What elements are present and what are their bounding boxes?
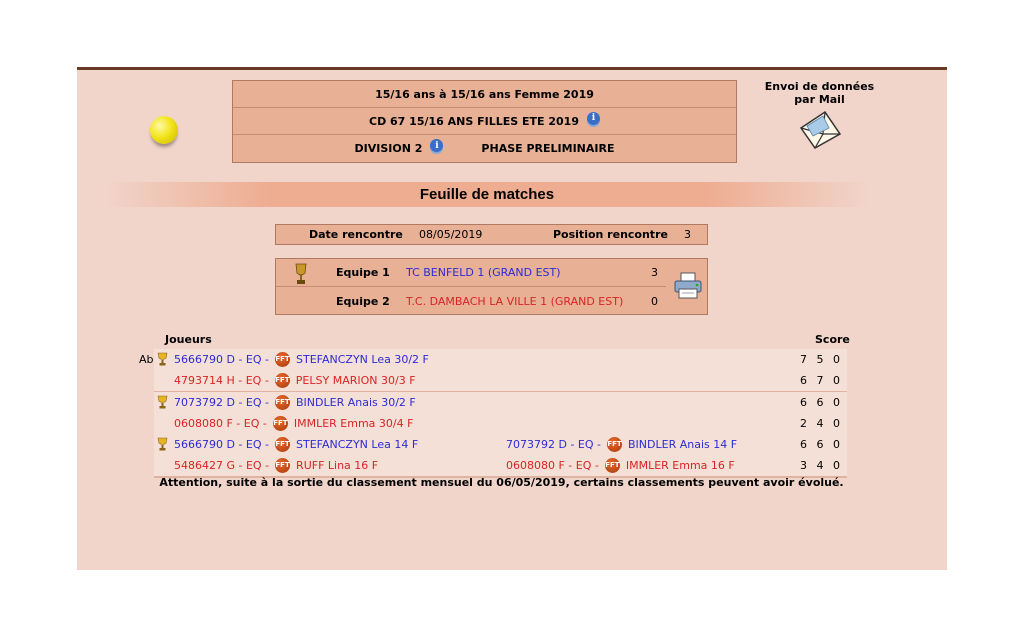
team-label: Equipe 1	[336, 266, 390, 279]
player-entry[interactable]: 7073792 D - EQ - FFT BINDLER Anais 30/2 …	[174, 395, 416, 410]
phase-label: PHASE PRELIMINAIRE	[481, 142, 615, 155]
player-license: 5666790 D - EQ -	[174, 438, 269, 451]
match-line: 4793714 H - EQ - FFT PELSY MARION 30/3 F…	[154, 370, 847, 391]
team-row-2: Equipe 2 T.C. DAMBACH LA VILLE 1 (GRAND …	[276, 287, 666, 315]
header-row-division: DIVISION 2 i PHASE PRELIMINAIRE	[233, 135, 736, 162]
winner-trophy-icon	[157, 395, 168, 409]
ab-label: Ab	[139, 353, 154, 366]
fft-badge-icon: FFT	[275, 437, 290, 452]
tennis-ball-icon	[150, 116, 178, 144]
team-score: 0	[651, 294, 658, 308]
info-icon[interactable]: i	[430, 139, 444, 152]
team-row-1: Equipe 1 TC BENFELD 1 (GRAND EST) 3	[276, 259, 666, 287]
player-entry[interactable]: 5486427 G - EQ - FFT RUFF Lina 16 F	[174, 458, 378, 473]
players-header: Joueurs	[165, 333, 212, 346]
player-name: IMMLER Emma 16 F	[625, 459, 735, 472]
match-score: 3 4 0	[800, 459, 843, 472]
rencontre-info: Date rencontre 08/05/2019 Position renco…	[275, 224, 708, 245]
header-row-competition: CD 67 15/16 ANS FILLES ETE 2019 i	[233, 108, 736, 135]
competition-title: CD 67 15/16 ANS FILLES ETE 2019	[369, 114, 579, 128]
page-container: 15/16 ans à 15/16 ans Femme 2019 CD 67 1…	[77, 67, 947, 570]
header-row-category: 15/16 ans à 15/16 ans Femme 2019	[233, 81, 736, 108]
fft-badge-icon: FFT	[607, 437, 622, 452]
match-block: 7073792 D - EQ - FFT BINDLER Anais 30/2 …	[154, 392, 847, 436]
match-line: 7073792 D - EQ - FFT BINDLER Anais 30/2 …	[154, 392, 847, 413]
match-score: 7 5 0	[800, 353, 843, 366]
player-entry[interactable]: 5666790 D - EQ - FFT STEFANCZYN Lea 30/2…	[174, 352, 429, 367]
player-name: STEFANCZYN Lea 30/2 F	[296, 353, 429, 366]
match-score: 2 4 0	[800, 417, 843, 430]
page-title: Feuille de matches	[102, 182, 872, 207]
match-block: 5666790 D - EQ - FFT STEFANCZYN Lea 14 F…	[154, 434, 847, 478]
partner-entry[interactable]: 7073792 D - EQ - FFT BINDLER Anais 14 F	[506, 437, 737, 452]
envelope-icon[interactable]	[797, 110, 843, 150]
position-label: Position rencontre	[553, 228, 668, 241]
fft-badge-icon: FFT	[272, 416, 288, 431]
team-label: Equipe 2	[336, 294, 390, 308]
player-name: BINDLER Anais 30/2 F	[296, 396, 416, 409]
match-line: 5486427 G - EQ - FFT RUFF Lina 16 F 0608…	[154, 455, 847, 476]
category-title: 15/16 ans à 15/16 ans Femme 2019	[375, 87, 594, 101]
fft-badge-icon: FFT	[275, 395, 290, 410]
player-name: BINDLER Anais 14 F	[628, 438, 738, 451]
player-license: 0608080 F - EQ -	[174, 417, 267, 430]
match-line: 5666790 D - EQ - FFT STEFANCZYN Lea 30/2…	[154, 349, 847, 370]
match-line: 5666790 D - EQ - FFT STEFANCZYN Lea 14 F…	[154, 434, 847, 455]
match-score: 6 6 0	[800, 396, 843, 409]
match-score: 6 7 0	[800, 374, 843, 387]
player-name: IMMLER Emma 30/4 F	[293, 417, 414, 430]
player-name: STEFANCZYN Lea 14 F	[296, 438, 419, 451]
match-block: 5666790 D - EQ - FFT STEFANCZYN Lea 30/2…	[154, 349, 847, 393]
printer-icon[interactable]	[672, 271, 704, 301]
team-name[interactable]: TC BENFELD 1 (GRAND EST)	[406, 266, 561, 279]
competition-header: 15/16 ans à 15/16 ans Femme 2019 CD 67 1…	[232, 80, 737, 163]
fft-badge-icon: FFT	[274, 373, 290, 388]
teams-box: Equipe 1 TC BENFELD 1 (GRAND EST) 3 Equi…	[275, 258, 708, 315]
send-mail-link[interactable]: Envoi de données par Mail	[757, 80, 882, 153]
info-icon[interactable]: i	[586, 111, 600, 125]
position-value: 3	[684, 228, 691, 241]
player-license: 0608080 F - EQ -	[506, 459, 599, 472]
fft-badge-icon: FFT	[275, 352, 290, 367]
send-mail-label: Envoi de données par Mail	[764, 80, 875, 106]
player-entry[interactable]: 4793714 H - EQ - FFT PELSY MARION 30/3 F	[174, 373, 416, 388]
player-license: 5486427 G - EQ -	[174, 459, 270, 472]
fft-badge-icon: FFT	[275, 458, 291, 473]
winner-trophy-icon	[157, 352, 168, 366]
player-entry[interactable]: 5666790 D - EQ - FFT STEFANCZYN Lea 14 F	[174, 437, 418, 452]
winner-trophy-icon	[157, 437, 168, 451]
date-value: 08/05/2019	[419, 228, 483, 241]
date-label: Date rencontre	[309, 228, 403, 241]
player-license: 7073792 D - EQ -	[174, 396, 269, 409]
team-name[interactable]: T.C. DAMBACH LA VILLE 1 (GRAND EST)	[406, 295, 623, 308]
player-license: 4793714 H - EQ -	[174, 374, 269, 387]
player-name: PELSY MARION 30/3 F	[295, 374, 416, 387]
player-license: 5666790 D - EQ -	[174, 353, 269, 366]
ranking-notice: Attention, suite à la sortie du classeme…	[159, 476, 844, 489]
division-label: DIVISION 2	[354, 142, 423, 155]
player-name: RUFF Lina 16 F	[296, 459, 379, 472]
player-entry[interactable]: 0608080 F - EQ - FFT IMMLER Emma 30/4 F	[174, 416, 413, 431]
team-score: 3	[651, 266, 658, 279]
match-score: 6 6 0	[800, 438, 843, 451]
match-line: 0608080 F - EQ - FFT IMMLER Emma 30/4 F …	[154, 413, 847, 434]
fft-badge-icon: FFT	[604, 458, 620, 473]
score-header: Score	[815, 333, 850, 346]
player-license: 7073792 D - EQ -	[506, 438, 601, 451]
partner-entry[interactable]: 0608080 F - EQ - FFT IMMLER Emma 16 F	[506, 458, 735, 473]
